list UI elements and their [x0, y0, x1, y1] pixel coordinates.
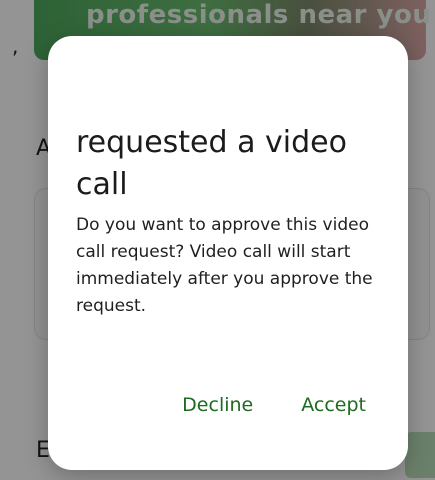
dialog-title: requested a video call	[76, 125, 347, 202]
screen: , professionals near you A E requested a…	[0, 0, 435, 480]
accept-button[interactable]: Accept	[299, 390, 368, 420]
decline-button[interactable]: Decline	[180, 390, 255, 420]
video-call-request-dialog: requested a video call Do you want to ap…	[48, 36, 408, 470]
dialog-message: Do you want to approve this video call r…	[76, 215, 373, 316]
dialog-actions: Decline Accept	[180, 390, 368, 420]
